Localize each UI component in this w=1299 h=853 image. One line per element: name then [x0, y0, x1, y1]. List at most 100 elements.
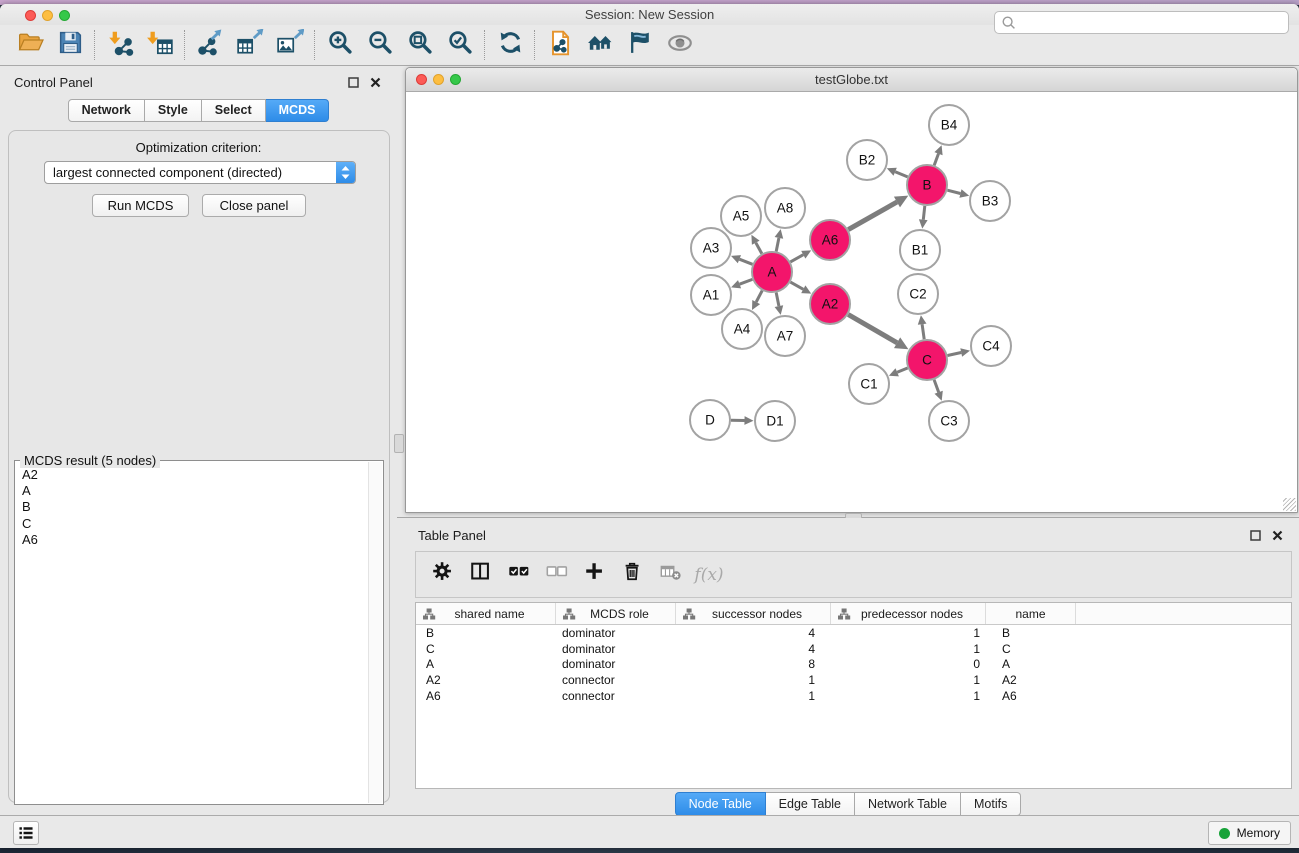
table-cell[interactable]: connector	[556, 689, 676, 703]
column-header-MCDS-role[interactable]: MCDS role	[556, 603, 676, 624]
table-cell[interactable]: 4	[676, 626, 831, 640]
search-box[interactable]	[994, 11, 1289, 34]
edge-C-C2[interactable]	[922, 324, 924, 339]
delete-table-button[interactable]	[652, 557, 690, 593]
network-canvas[interactable]: B4B2BB3A5A8A6B1A3AC2A1A2A4A7C4CC1C3DD1	[406, 92, 1297, 512]
edge-A-A7[interactable]	[776, 293, 779, 307]
tab-network[interactable]: Network	[68, 99, 145, 122]
graph-node-D[interactable]: D	[690, 400, 730, 440]
open-session-button[interactable]	[10, 28, 50, 62]
table-cell[interactable]: 1	[831, 689, 986, 703]
edge-A-A1[interactable]	[740, 279, 753, 284]
mcds-result-item[interactable]: B	[16, 499, 369, 515]
vertical-splitter-grip[interactable]	[394, 434, 404, 453]
run-mcds-button[interactable]: Run MCDS	[92, 194, 189, 217]
tab-node-table[interactable]: Node Table	[675, 792, 766, 816]
mcds-result-item[interactable]: A	[16, 483, 369, 499]
column-header-name[interactable]: name	[986, 603, 1076, 624]
function-builder-button[interactable]: f(x)	[690, 557, 728, 593]
table-row[interactable]: Cdominator41C	[416, 641, 1291, 657]
table-cell[interactable]: A	[986, 657, 1076, 671]
edge-A-A2[interactable]	[790, 282, 803, 289]
edge-B-B4[interactable]	[934, 154, 938, 166]
table-cell[interactable]: dominator	[556, 657, 676, 671]
task-history-button[interactable]	[13, 821, 39, 845]
table-cell[interactable]: A2	[416, 673, 556, 687]
export-image-button[interactable]	[270, 28, 310, 62]
memory-button[interactable]: Memory	[1208, 821, 1291, 845]
table-cell[interactable]: dominator	[556, 626, 676, 640]
graph-node-C2[interactable]: C2	[898, 274, 938, 314]
edge-A-A5[interactable]	[756, 243, 762, 254]
settings-gear-button[interactable]	[424, 557, 462, 593]
float-panel-icon[interactable]	[346, 75, 361, 89]
table-cell[interactable]: 1	[831, 673, 986, 687]
table-row[interactable]: A2connector11A2	[416, 672, 1291, 688]
close-panel-icon[interactable]	[368, 75, 383, 89]
search-input[interactable]	[1021, 15, 1288, 31]
network-from-file-button[interactable]	[540, 28, 580, 62]
graph-node-B3[interactable]: B3	[970, 181, 1010, 221]
edge-A6-B[interactable]	[848, 202, 897, 230]
edge-C-C3[interactable]	[934, 380, 939, 393]
graph-node-C1[interactable]: C1	[849, 364, 889, 404]
tab-motifs[interactable]: Motifs	[961, 792, 1021, 816]
graph-node-A1[interactable]: A1	[691, 275, 731, 315]
deselect-all-button[interactable]	[538, 557, 576, 593]
graph-node-C3[interactable]: C3	[929, 401, 969, 441]
table-cell[interactable]: A2	[986, 673, 1076, 687]
delete-columns-button[interactable]	[614, 557, 652, 593]
table-cell[interactable]: dominator	[556, 642, 676, 656]
eye-button[interactable]	[660, 28, 700, 62]
graph-node-D1[interactable]: D1	[755, 401, 795, 441]
tab-edge-table[interactable]: Edge Table	[766, 792, 855, 816]
table-cell[interactable]: A	[416, 657, 556, 671]
export-network-button[interactable]	[190, 28, 230, 62]
result-scrollbar[interactable]	[368, 462, 382, 803]
edge-A-A4[interactable]	[756, 291, 762, 302]
mcds-result-item[interactable]: A6	[16, 532, 369, 548]
graph-node-B2[interactable]: B2	[847, 140, 887, 180]
graph-node-B4[interactable]: B4	[929, 105, 969, 145]
table-cell[interactable]: C	[416, 642, 556, 656]
graph-node-B[interactable]: B	[907, 165, 947, 205]
refresh-button[interactable]	[490, 28, 530, 62]
graph-node-B1[interactable]: B1	[900, 230, 940, 270]
optimization-dropdown[interactable]: largest connected component (directed)	[44, 161, 356, 184]
graph-node-A3[interactable]: A3	[691, 228, 731, 268]
zoom-fit-button[interactable]	[400, 28, 440, 62]
tab-select[interactable]: Select	[202, 99, 266, 122]
tab-network-table[interactable]: Network Table	[855, 792, 961, 816]
edge-A2-C[interactable]	[848, 315, 897, 343]
graph-node-A2[interactable]: A2	[810, 284, 850, 324]
edge-B-B1[interactable]	[923, 206, 925, 220]
edge-A-A6[interactable]	[790, 255, 803, 262]
edge-C-C1[interactable]	[897, 368, 907, 372]
graph-node-A4[interactable]: A4	[722, 309, 762, 349]
column-header-predecessor-nodes[interactable]: predecessor nodes	[831, 603, 986, 624]
table-cell[interactable]: A6	[986, 689, 1076, 703]
table-cell[interactable]: 4	[676, 642, 831, 656]
edge-C-C4[interactable]	[948, 353, 962, 356]
style-flag-button[interactable]	[620, 28, 660, 62]
zoom-selected-button[interactable]	[440, 28, 480, 62]
column-header-successor-nodes[interactable]: successor nodes	[676, 603, 831, 624]
zoom-in-button[interactable]	[320, 28, 360, 62]
edge-A-A8[interactable]	[776, 238, 779, 252]
table-cell[interactable]: 1	[676, 689, 831, 703]
close-panel-button[interactable]: Close panel	[202, 194, 306, 217]
export-table-button[interactable]	[230, 28, 270, 62]
edge-A-A3[interactable]	[739, 259, 752, 264]
table-cell[interactable]: connector	[556, 673, 676, 687]
table-float-panel-icon[interactable]	[1248, 528, 1263, 542]
table-cell[interactable]: B	[986, 626, 1076, 640]
graph-node-A7[interactable]: A7	[765, 316, 805, 356]
tab-style[interactable]: Style	[145, 99, 202, 122]
add-column-button[interactable]	[576, 557, 614, 593]
save-session-button[interactable]	[50, 28, 90, 62]
table-cell[interactable]: 1	[676, 673, 831, 687]
graph-node-A5[interactable]: A5	[721, 196, 761, 236]
zoom-out-button[interactable]	[360, 28, 400, 62]
table-cell[interactable]: 8	[676, 657, 831, 671]
import-table-button[interactable]	[140, 28, 180, 62]
